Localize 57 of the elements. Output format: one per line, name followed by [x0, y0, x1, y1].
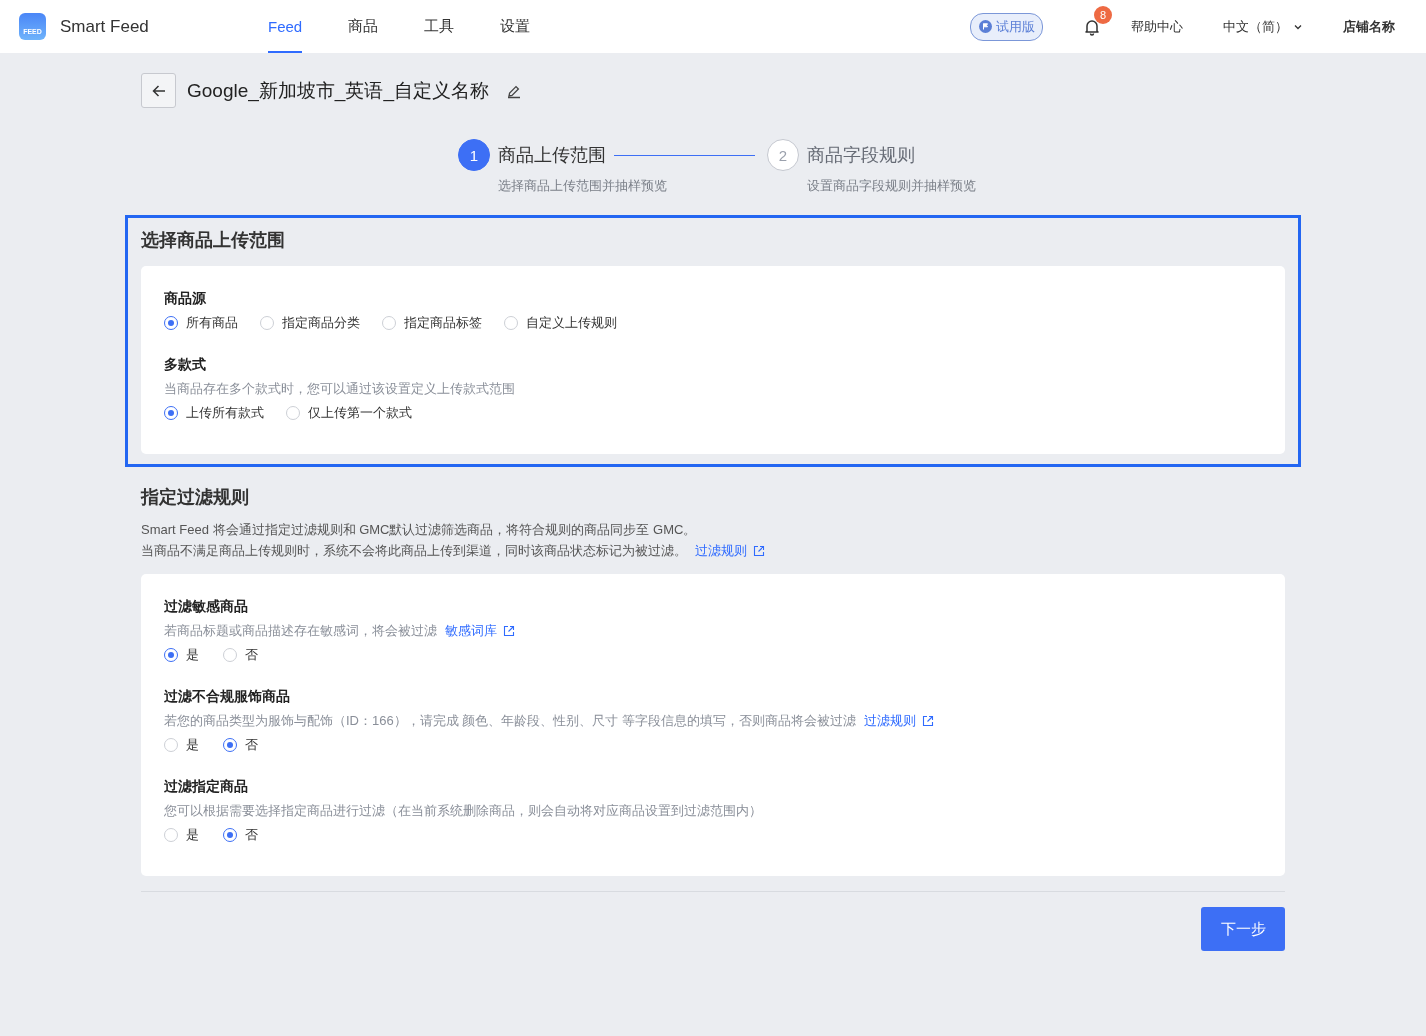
radio-option[interactable]: 是 — [164, 736, 201, 754]
group-title: 多款式 — [164, 356, 207, 374]
step-subtitle: 设置商品字段规则并抽样预览 — [807, 177, 976, 195]
radio-option[interactable]: 否 — [223, 826, 260, 844]
section-title: 选择商品上传范围 — [141, 229, 286, 252]
external-link-icon — [503, 625, 515, 637]
step-number: 2 — [767, 139, 799, 171]
radio-button[interactable] — [164, 648, 178, 662]
nav-tab[interactable]: 商品 — [348, 0, 379, 53]
radio-option[interactable]: 仅上传第一个款式 — [286, 404, 412, 422]
trial-label: 试用版 — [996, 17, 1035, 36]
group-title: 过滤敏感商品 — [164, 598, 249, 616]
back-button[interactable] — [141, 73, 176, 108]
store-name[interactable]: 店铺名称 — [1343, 17, 1395, 36]
radio-button[interactable] — [164, 406, 178, 420]
step-subtitle: 选择商品上传范围并抽样预览 — [498, 177, 668, 195]
external-link-icon — [921, 715, 934, 727]
section-title: 指定过滤规则 — [141, 486, 250, 509]
help-center-link[interactable]: 帮助中心 — [1131, 17, 1183, 36]
group-title: 过滤指定商品 — [164, 778, 249, 796]
radio-option[interactable]: 上传所有款式 — [164, 404, 264, 422]
group-description: 若您的商品类型为服饰与配饰（ID：166），请完成 颜色、年龄段、性别、尺寸 等字段信息的填写，否则商品将会被过滤 — [164, 712, 856, 730]
rule-link[interactable]: 过滤规则 — [863, 712, 934, 730]
radio-button[interactable] — [223, 738, 237, 752]
radio-option[interactable]: 指定商品分类 — [260, 314, 360, 332]
radio-option[interactable]: 所有商品 — [164, 314, 238, 332]
radio-option[interactable]: 否 — [223, 736, 260, 754]
group-title: 商品源 — [164, 290, 207, 308]
group-description: 当商品存在多个款式时，您可以通过该设置定义上传款式范围 — [164, 380, 516, 398]
app-name: Smart Feed — [60, 16, 149, 37]
step-title: 商品字段规则 — [807, 144, 915, 167]
radio-option[interactable]: 是 — [164, 646, 201, 664]
step-number: 1 — [458, 139, 490, 171]
notification-count: 8 — [1094, 5, 1112, 24]
radio-option[interactable]: 指定商品标签 — [382, 314, 482, 332]
nav-tab[interactable]: 设置 — [500, 0, 531, 53]
radio-button[interactable] — [223, 828, 237, 842]
language-selector[interactable]: 中文（简） — [1223, 17, 1303, 36]
radio-option[interactable]: 是 — [164, 826, 201, 844]
section-description: Smart Feed 将会通过指定过滤规则和 GMC默认过滤筛选商品，将符合规则的商品同步至 GMC。 — [141, 521, 697, 539]
nav-tab[interactable]: 工具 — [424, 0, 455, 53]
radio-button[interactable] — [164, 316, 178, 330]
filter-rules-link[interactable]: 过滤规则 — [695, 540, 765, 561]
group-description: 您可以根据需要选择指定商品进行过滤（在当前系统删除商品，则会自动将对应商品设置到过滤范围内） — [164, 802, 762, 820]
group-description: 若商品标题或商品描述存在敏感词，将会被过滤 — [164, 622, 437, 640]
section-description: 当商品不满足商品上传规则时，系统不会将此商品上传到渠道，同时该商品状态标记为被过滤。 — [141, 542, 687, 560]
radio-option[interactable]: 否 — [223, 646, 260, 664]
flag-icon — [979, 20, 992, 33]
next-button[interactable]: 下一步 — [1201, 907, 1285, 951]
nav-tab[interactable]: Feed — [268, 0, 303, 53]
radio-option[interactable]: 自定义上传规则 — [504, 314, 617, 332]
external-link-icon — [753, 544, 765, 557]
bell-icon[interactable] — [1083, 17, 1101, 36]
page-title: Google_新加坡市_英语_自定义名称 — [187, 78, 489, 104]
step-title: 商品上传范围 — [498, 144, 606, 167]
rule-link[interactable]: 敏感词库 — [445, 622, 515, 640]
group-title: 过滤不合规服饰商品 — [164, 688, 291, 706]
